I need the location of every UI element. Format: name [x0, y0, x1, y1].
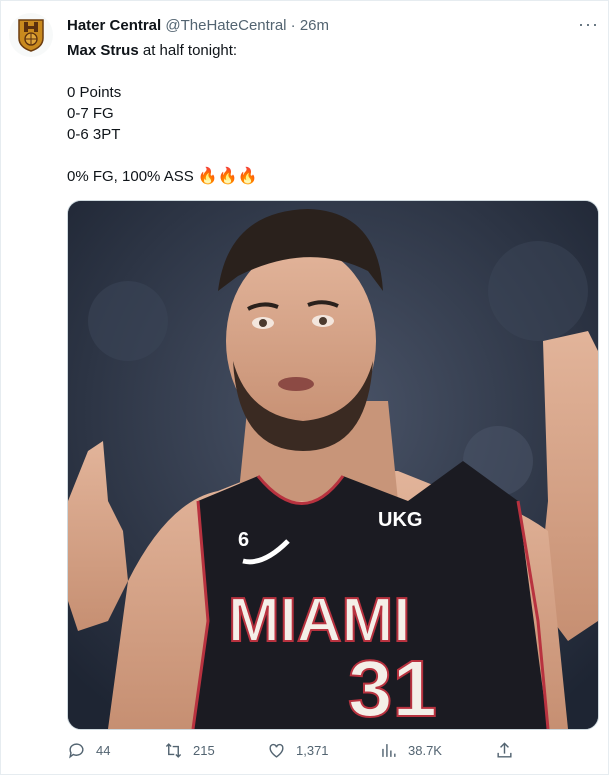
reply-button[interactable]: 44: [67, 741, 110, 760]
action-bar: 44 215 1,371 38.7K: [67, 741, 517, 767]
patch-number: 6: [238, 529, 249, 551]
like-button[interactable]: 1,371: [267, 741, 329, 760]
fire-emojis: 🔥🔥🔥: [197, 168, 258, 185]
timestamp[interactable]: 26m: [300, 17, 329, 34]
team-logo-icon: [18, 19, 44, 52]
tweet-photo[interactable]: 6 UKG MIAMI 31: [67, 200, 599, 730]
jersey-number: 31: [348, 644, 437, 729]
separator-dot: ·: [290, 17, 296, 34]
text-line-1-rest: at half tonight:: [138, 42, 238, 59]
like-icon: [269, 743, 284, 758]
text-line-1: Max Strus at half tonight:: [67, 40, 587, 61]
author-handle[interactable]: @TheHateCentral: [165, 17, 286, 34]
text-summary: 0% FG, 100% ASS 🔥🔥🔥: [67, 166, 587, 187]
retweet-icon: [165, 743, 182, 758]
views-count: 38.7K: [408, 743, 442, 758]
reply-count: 44: [96, 743, 111, 758]
player-photo: 6 UKG MIAMI 31: [68, 201, 598, 729]
like-count: 1,371: [296, 743, 329, 758]
mention-name: Max Strus: [67, 42, 139, 59]
share-icon: [497, 742, 512, 758]
author-name[interactable]: Hater Central: [67, 17, 161, 34]
more-icon[interactable]: ···: [578, 14, 599, 35]
stat-3pt: 0-6 3PT: [67, 126, 121, 143]
reply-icon: [69, 743, 84, 759]
tweet-header: Hater Central @TheHateCentral · 26m: [67, 16, 329, 36]
retweet-button[interactable]: 215: [164, 741, 215, 760]
avatar[interactable]: [9, 13, 53, 57]
sponsor-patch: UKG: [378, 509, 422, 531]
tweet-text: Max Strus at half tonight: 0 Points 0-7 …: [67, 40, 587, 187]
retweet-count: 215: [193, 743, 215, 758]
views-icon: [382, 744, 396, 757]
stat-points: 0 Points: [67, 84, 122, 101]
stat-fg: 0-7 FG: [67, 105, 114, 122]
share-button[interactable]: [495, 741, 514, 760]
summary-text: 0% FG, 100% ASS: [67, 168, 198, 185]
views-button[interactable]: 38.7K: [379, 741, 442, 760]
